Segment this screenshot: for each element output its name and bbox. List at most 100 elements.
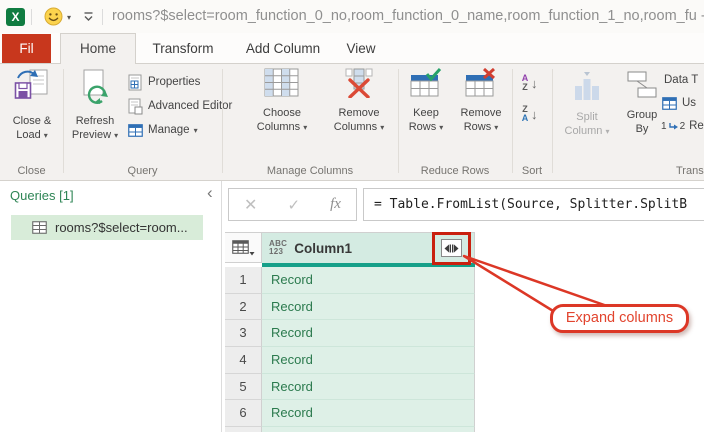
select-all-corner-button[interactable] bbox=[225, 232, 262, 263]
queries-pane-header: Queries [1] bbox=[10, 188, 74, 203]
remove-columns-label: Remove Columns bbox=[334, 107, 380, 133]
keep-rows-label: Keep Rows bbox=[409, 107, 439, 133]
table-row: 3Record bbox=[225, 320, 476, 347]
query-list-item-selected[interactable]: rooms?$select=room... bbox=[11, 215, 203, 240]
sort-za-icon: Z A bbox=[520, 105, 530, 123]
group-label-reduce-rows: Reduce Rows bbox=[398, 165, 512, 177]
record-cell[interactable]: Record bbox=[262, 294, 475, 321]
use-first-row-icon bbox=[662, 97, 677, 110]
title-bar: X ▾ rooms?$select=room_function_0_no,roo… bbox=[0, 0, 704, 33]
remove-rows-icon bbox=[465, 68, 497, 103]
ribbon-options-icon[interactable] bbox=[82, 10, 95, 28]
group-separator bbox=[512, 69, 513, 173]
group-label-manage-columns: Manage Columns bbox=[222, 165, 398, 177]
sort-az-icon: A Z bbox=[520, 74, 530, 92]
tab-file[interactable]: Fil bbox=[2, 34, 51, 63]
record-cell[interactable]: Record bbox=[262, 400, 475, 427]
record-cell[interactable]: Record bbox=[262, 267, 475, 294]
grid-rows: 1Record2Record3Record4Record5Record6Reco… bbox=[225, 267, 476, 432]
row-number[interactable]: 6 bbox=[225, 400, 262, 427]
dropdown-arrow-icon: ▾ bbox=[44, 131, 48, 140]
fx-icon[interactable]: fx bbox=[330, 196, 341, 213]
divider bbox=[102, 9, 103, 25]
column-type-icon[interactable]: ABC123 bbox=[269, 240, 287, 257]
keep-rows-button[interactable]: Keep Rows ▾ bbox=[401, 68, 451, 135]
arrow-down-icon: ↓ bbox=[531, 107, 538, 122]
dropdown-arrow-icon: ▾ bbox=[605, 127, 609, 136]
tab-view[interactable]: View bbox=[340, 34, 382, 63]
record-cell[interactable]: Record bbox=[262, 347, 475, 374]
dropdown-arrow-icon: ▾ bbox=[439, 123, 443, 132]
arrow-down-icon: ↓ bbox=[531, 76, 538, 91]
remove-columns-button[interactable]: Remove Columns ▾ bbox=[322, 68, 396, 135]
data-type-label: Data T bbox=[664, 74, 698, 86]
replace-values-label: Re bbox=[689, 120, 704, 132]
sort-descending-button[interactable]: Z A ↓ bbox=[520, 101, 538, 127]
row-number[interactable]: 3 bbox=[225, 320, 262, 347]
row-number[interactable]: 7 bbox=[225, 427, 262, 432]
tab-home[interactable]: Home bbox=[60, 33, 136, 64]
properties-label: Properties bbox=[148, 76, 200, 88]
pane-divider[interactable] bbox=[221, 181, 222, 432]
highlight-rectangle bbox=[432, 232, 471, 265]
close-and-load-button[interactable]: Close & Load ▾ bbox=[4, 68, 60, 143]
dropdown-arrow-icon: ▾ bbox=[380, 123, 384, 132]
group-label-query: Query bbox=[63, 165, 222, 177]
check-icon[interactable]: ✓ bbox=[288, 196, 301, 214]
table-corner-icon bbox=[232, 240, 255, 256]
use-first-row-button[interactable]: Us bbox=[662, 92, 696, 114]
group-by-button[interactable]: Group By bbox=[620, 68, 664, 137]
row-number[interactable]: 5 bbox=[225, 374, 262, 401]
power-query-editor-window: X ▾ rooms?$select=room_function_0_no,roo… bbox=[0, 0, 704, 432]
collapse-pane-icon[interactable]: ‹ bbox=[207, 184, 213, 201]
data-type-button[interactable]: Data T bbox=[664, 69, 698, 91]
row-number[interactable]: 1 bbox=[225, 267, 262, 294]
split-column-button[interactable]: Split Column ▾ bbox=[556, 68, 618, 139]
dropdown-arrow-icon: ▾ bbox=[303, 123, 307, 132]
formula-input[interactable]: = Table.FromList(Source, Splitter.SplitB bbox=[363, 188, 704, 221]
record-cell[interactable]: Record bbox=[262, 320, 475, 347]
properties-button[interactable]: Properties bbox=[128, 71, 200, 93]
split-column-label: Split Column bbox=[565, 111, 603, 137]
dropdown-arrow-icon: ▾ bbox=[494, 123, 498, 132]
row-number[interactable]: 4 bbox=[225, 347, 262, 374]
formula-bar-buttons: ✕ ✓ fx bbox=[228, 188, 357, 221]
table-row: 1Record bbox=[225, 267, 476, 294]
record-cell[interactable]: Record bbox=[262, 374, 475, 401]
manage-button[interactable]: Manage ▾ bbox=[128, 119, 198, 141]
replace-values-icon: 1 bbox=[661, 121, 667, 132]
close-load-icon bbox=[14, 68, 50, 111]
group-separator bbox=[222, 69, 223, 173]
record-cell[interactable]: Record bbox=[262, 427, 475, 432]
advanced-editor-icon bbox=[128, 98, 143, 115]
table-row: 4Record bbox=[225, 347, 476, 374]
group-separator bbox=[63, 69, 64, 173]
remove-rows-button[interactable]: Remove Rows ▾ bbox=[453, 68, 509, 135]
advanced-editor-button[interactable]: Advanced Editor bbox=[128, 95, 232, 117]
window-title: rooms?$select=room_function_0_no,room_fu… bbox=[112, 0, 704, 33]
feedback-smiley-button[interactable] bbox=[44, 7, 63, 31]
manage-icon bbox=[128, 124, 143, 137]
smiley-icon bbox=[44, 7, 63, 26]
dropdown-arrow-icon: ▾ bbox=[114, 131, 118, 140]
cancel-icon[interactable]: ✕ bbox=[244, 195, 257, 215]
group-separator bbox=[398, 69, 399, 173]
sort-ascending-button[interactable]: A Z ↓ bbox=[520, 70, 538, 96]
table-row: 2Record bbox=[225, 294, 476, 321]
dropdown-arrow-icon: ▾ bbox=[194, 126, 198, 135]
divider bbox=[31, 9, 32, 25]
split-column-icon bbox=[570, 68, 604, 107]
choose-columns-button[interactable]: Choose Columns ▾ bbox=[243, 68, 321, 135]
replace-values-button[interactable]: 1 2 Re bbox=[661, 115, 704, 137]
tab-add-column[interactable]: Add Column bbox=[240, 34, 326, 63]
refresh-preview-button[interactable]: Refresh Preview ▾ bbox=[66, 68, 124, 143]
group-label-sort: Sort bbox=[512, 165, 552, 177]
smiley-dropdown-icon[interactable]: ▾ bbox=[67, 13, 71, 22]
table-row: 7Record bbox=[225, 427, 476, 432]
keep-rows-icon bbox=[410, 68, 442, 103]
callout-expand-columns: Expand columns bbox=[550, 304, 689, 333]
tab-transform[interactable]: Transform bbox=[148, 34, 218, 63]
row-number[interactable]: 2 bbox=[225, 294, 262, 321]
use-first-row-label: Us bbox=[682, 97, 696, 109]
column-header-label: Column1 bbox=[294, 241, 352, 256]
